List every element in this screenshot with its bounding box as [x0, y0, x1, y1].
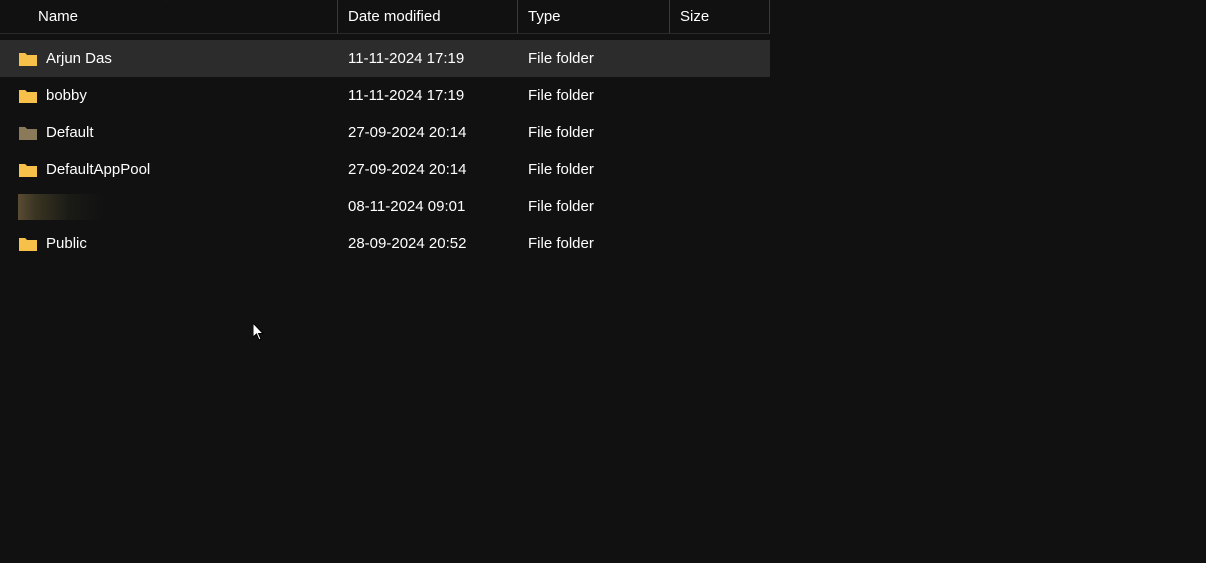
cell-name: Public: [18, 235, 338, 252]
item-name: Default: [46, 124, 94, 141]
column-header-size[interactable]: Size: [670, 0, 770, 33]
cell-date: 27-09-2024 20:14: [338, 124, 518, 141]
column-header-name[interactable]: Name ⌃: [0, 0, 338, 33]
mouse-cursor-icon: [253, 323, 265, 341]
column-header-date-label: Date modified: [348, 8, 441, 25]
cell-type: File folder: [518, 50, 670, 67]
folder-icon: [18, 88, 38, 104]
cell-name: bobby: [18, 87, 338, 104]
cell-type: File folder: [518, 198, 670, 215]
folder-icon: [18, 162, 38, 178]
folder-icon: [18, 125, 38, 141]
cell-name: DefaultAppPool: [18, 161, 338, 178]
item-name: DefaultAppPool: [46, 161, 150, 178]
table-row[interactable]: Arjun Das 11-11-2024 17:19File folder: [0, 40, 770, 77]
column-header-type-label: Type: [528, 8, 561, 25]
redacted-name: [18, 194, 104, 220]
column-header-name-label: Name: [38, 8, 78, 25]
cell-date: 11-11-2024 17:19: [338, 87, 518, 104]
table-row[interactable]: DefaultAppPool 27-09-2024 20:14File folde…: [0, 151, 770, 188]
cell-type: File folder: [518, 124, 670, 141]
item-name: Arjun Das: [46, 50, 112, 67]
column-header-type[interactable]: Type: [518, 0, 670, 33]
cell-date: 11-11-2024 17:19: [338, 50, 518, 67]
file-list: Name ⌃ Date modified Type Size Arjun Das…: [0, 0, 770, 262]
column-header-row: Name ⌃ Date modified Type Size: [0, 0, 770, 34]
column-header-size-label: Size: [680, 8, 709, 25]
folder-icon: [18, 51, 38, 67]
table-row[interactable]: Public 28-09-2024 20:52File folder: [0, 225, 770, 262]
cell-name: [18, 194, 338, 220]
sort-ascending-icon: ⌃: [164, 0, 172, 8]
cell-name: Default: [18, 124, 338, 141]
cell-type: File folder: [518, 235, 670, 252]
table-row[interactable]: Default 27-09-2024 20:14File folder: [0, 114, 770, 151]
cell-type: File folder: [518, 161, 670, 178]
cell-type: File folder: [518, 87, 670, 104]
table-row[interactable]: bobby 11-11-2024 17:19File folder: [0, 77, 770, 114]
file-items: Arjun Das11-11-2024 17:19File folderbobb…: [0, 34, 770, 262]
item-name: bobby: [46, 87, 87, 104]
table-row[interactable]: 08-11-2024 09:01File folder: [0, 188, 770, 225]
cell-date: 27-09-2024 20:14: [338, 161, 518, 178]
folder-icon: [18, 236, 38, 252]
column-header-date[interactable]: Date modified: [338, 0, 518, 33]
cell-name: Arjun Das: [18, 50, 338, 67]
item-name: Public: [46, 235, 87, 252]
cell-date: 28-09-2024 20:52: [338, 235, 518, 252]
cell-date: 08-11-2024 09:01: [338, 198, 518, 215]
